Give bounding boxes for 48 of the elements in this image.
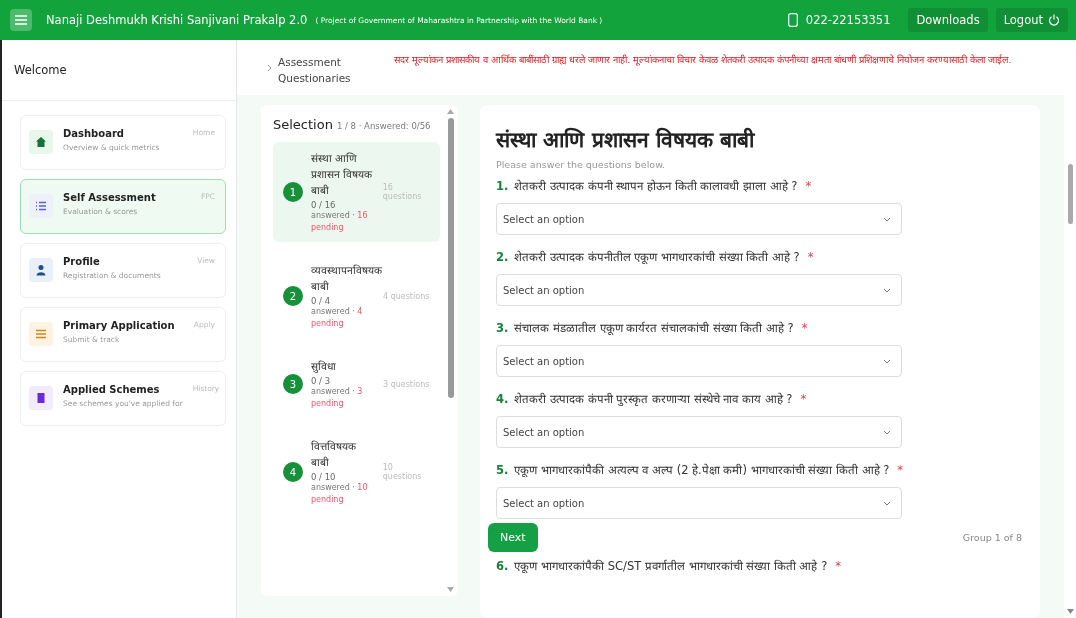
selection-summary: 1 / 8 · Answered: 0/56 [336, 121, 431, 131]
question-label: 1. शेतकरी उत्पादक कंपनी स्थापन होऊन किती कालावधी झाला आहे ? * [496, 178, 813, 193]
home-icon [29, 130, 53, 154]
chevron-down-icon [883, 287, 891, 293]
group-item[interactable]: 4 वित्तविषयक बाबी 0 / 10 answered · 10 pending 10 questions [273, 430, 440, 514]
chevron-down-icon [883, 500, 891, 506]
step-number: 1 [283, 182, 303, 202]
step-number: 3 [283, 374, 303, 394]
notice-text: सदर मूल्यांकन प्रशासकीय व आर्थिक बाबींसाठी ग्राह्य धरले जाणार नाही. मूल्यांकनाचा विचार केवळ शेतकरी उत्पादक कंपनीच्या क्षमता बांधणी प्रशिक्षणाचे नियोजन करण्यासाठी केला जाईल. [394, 53, 1013, 67]
menu-icon[interactable] [10, 9, 32, 31]
step-number: 2 [283, 286, 303, 306]
select-field[interactable]: Select an option [496, 345, 902, 377]
selection-title: Selection [273, 117, 333, 132]
phone-number: 022-22153351 [805, 13, 891, 27]
form-hint: Please answer the questions below. [496, 159, 667, 170]
scroll-up-icon[interactable] [447, 109, 454, 114]
chevron-right-icon [267, 64, 272, 72]
select-field[interactable]: Select an option [496, 416, 902, 448]
chevron-down-icon [883, 358, 891, 364]
breadcrumb: Assessment Questionaries [278, 55, 352, 86]
form-title: संस्था आणि प्रशासन विषयक बाबी [496, 126, 756, 153]
question-label: 5. एकूण भागधारकांपैकी अत्यल्प व अल्प (2 हे.पेक्षा कमी) भागधारकांची संख्या किती आहे ? * [496, 462, 905, 477]
question-label: 2. शेतकरी उत्पादक कंपनीतील एकूण भागधारकांची संख्या किती आहे ? * [496, 249, 815, 264]
question-label: 6. एकूण भागधारकांपैकी SC/ST प्रवर्गातील भागधारकांची संख्या किती आहे ? * [496, 558, 842, 573]
chevron-down-icon [883, 429, 891, 435]
phone-icon [787, 13, 798, 27]
power-icon [1048, 14, 1060, 26]
person-icon [29, 258, 53, 282]
group-item[interactable]: 2 व्यवस्थापनविषयक बाबी 0 / 4 answered · 4 pending 4 questions [273, 254, 440, 338]
welcome-heading: Welcome [2, 40, 236, 101]
scrollbar[interactable] [447, 109, 454, 592]
question-label: 4. शेतकरी उत्पादक कंपनी पुरस्कृत करणाऱ्या संस्थेचे नाव काय आहे ? * [496, 391, 808, 406]
select-field[interactable]: Select an option [496, 203, 902, 235]
select-field[interactable]: Select an option [496, 487, 902, 519]
group-item[interactable]: 3 सुविधा 0 / 3 answered · 3 pending 3 questions [273, 350, 440, 418]
scroll-down-icon[interactable] [1066, 609, 1074, 614]
select-field[interactable]: Select an option [496, 274, 902, 306]
list-icon [29, 194, 53, 218]
downloads-button[interactable]: Downloads [908, 8, 988, 32]
step-number: 4 [283, 462, 303, 482]
bookmark-icon [29, 386, 53, 410]
question-label: 3. संचालक मंडळातील एकूण कार्यरत संचालकांची संख्या किती आहे ? * [496, 320, 809, 335]
app-title: Nanaji Deshmukh Krishi Sanjivani Prakalp 2.0 [46, 13, 308, 27]
group-indicator: Group 1 of 8 [962, 532, 1022, 543]
chevron-down-icon [883, 216, 891, 222]
scroll-down-icon[interactable] [447, 587, 454, 592]
logout-button[interactable]: Logout [995, 8, 1068, 32]
lines-icon [29, 322, 53, 346]
